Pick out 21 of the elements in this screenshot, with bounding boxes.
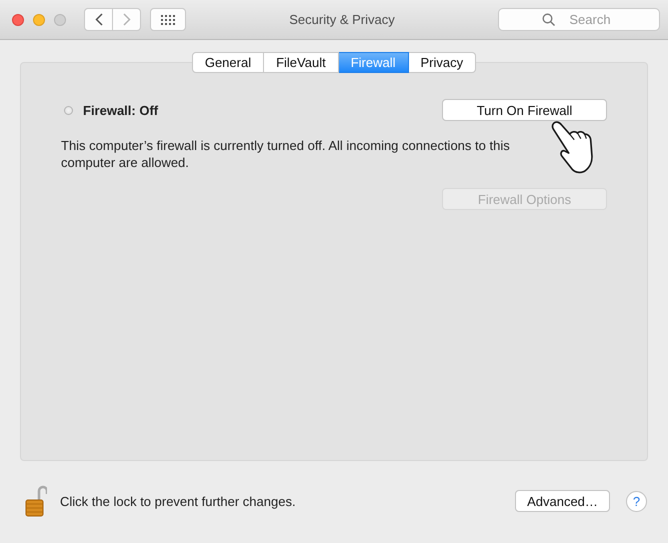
chevron-left-icon — [94, 13, 102, 26]
firewall-status: Firewall: Off — [83, 102, 160, 118]
search-field[interactable]: Search — [498, 8, 660, 31]
pointing-hand-icon — [552, 121, 593, 174]
open-lock-icon[interactable] — [25, 485, 47, 517]
help-button[interactable]: ? — [626, 490, 647, 512]
minimize-button[interactable] — [33, 14, 45, 26]
advanced-button[interactable]: Advanced… — [515, 490, 610, 512]
chevron-right-icon — [122, 13, 130, 26]
grid-icon — [161, 14, 175, 24]
back-button[interactable] — [84, 8, 113, 31]
lock-message: Click the lock to prevent further changes. — [60, 494, 297, 508]
close-button[interactable] — [12, 14, 24, 26]
firewall-description: This computer’s firewall is currently turned off. All incoming connections to this computer are allowed. — [61, 137, 511, 171]
tab[interactable]: General — [192, 52, 264, 73]
tab[interactable]: Privacy — [408, 52, 476, 73]
show-all-button[interactable] — [150, 8, 186, 31]
tab[interactable]: FileVault — [264, 52, 339, 73]
turn-on-firewall-button[interactable]: Turn On Firewall — [442, 99, 607, 121]
window-title: Security & Privacy — [288, 12, 396, 27]
search-icon — [542, 13, 555, 26]
